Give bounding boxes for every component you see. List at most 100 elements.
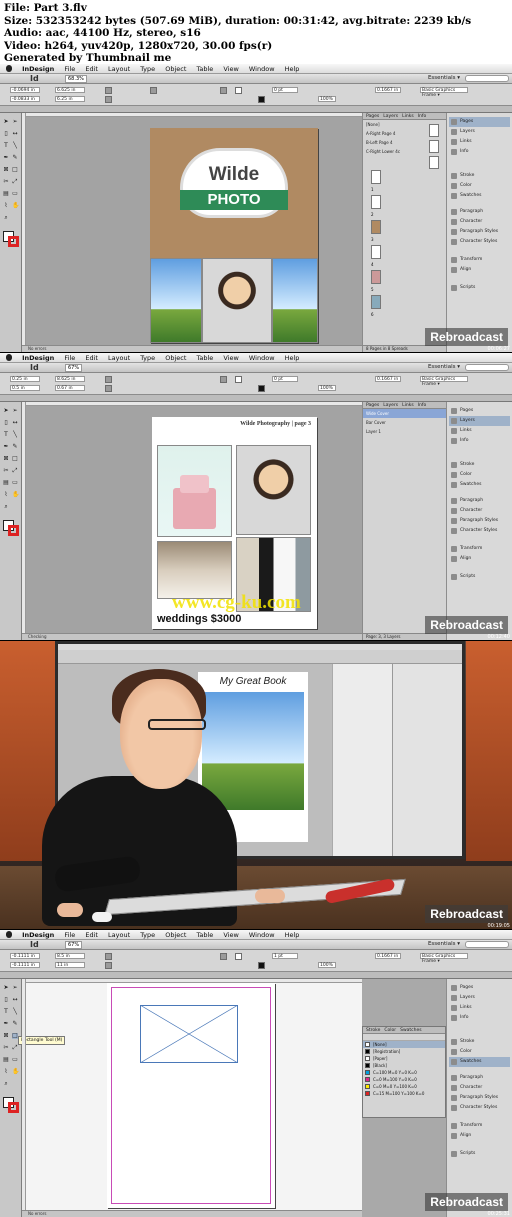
master-thumb[interactable] bbox=[429, 156, 439, 169]
swatch-row[interactable]: [None] bbox=[363, 1041, 445, 1048]
tab-links[interactable]: Links bbox=[402, 403, 414, 408]
h-field[interactable]: 11 in bbox=[55, 962, 85, 968]
pen-tool-icon[interactable]: ✒ bbox=[3, 444, 9, 450]
dock-color[interactable]: Color bbox=[449, 1047, 510, 1057]
line-tool-icon[interactable]: ╲ bbox=[12, 143, 18, 149]
rectangle-frame-tool-icon[interactable]: ⊠ bbox=[3, 1033, 9, 1039]
menu-file[interactable]: File bbox=[64, 353, 75, 363]
dock-character-styles[interactable]: Character Styles bbox=[449, 1103, 510, 1113]
workspace-switcher[interactable]: Essentials ▾ bbox=[428, 75, 460, 81]
dock-links[interactable]: Links bbox=[449, 426, 510, 436]
rectangle-frame[interactable] bbox=[140, 1005, 238, 1063]
horizontal-ruler[interactable] bbox=[22, 402, 362, 406]
y-field[interactable]: -0.0833 in bbox=[10, 96, 40, 102]
stroke-swatch[interactable] bbox=[258, 96, 265, 103]
apple-icon[interactable] bbox=[6, 931, 12, 938]
swatch-row[interactable]: C=15 M=100 Y=100 K=0 bbox=[363, 1090, 445, 1097]
pasteboard[interactable]: Wilde PHOTO bbox=[22, 113, 362, 345]
menu-window[interactable]: Window bbox=[249, 930, 275, 940]
page-tool-icon[interactable]: ▯ bbox=[3, 131, 9, 137]
horizontal-ruler[interactable] bbox=[22, 979, 362, 983]
apple-icon[interactable] bbox=[6, 354, 12, 361]
zoom-level[interactable]: 67% bbox=[65, 364, 83, 372]
dock-color[interactable]: Color bbox=[449, 470, 510, 480]
menu-object[interactable]: Object bbox=[165, 353, 186, 363]
pencil-tool-icon[interactable]: ✎ bbox=[12, 155, 18, 161]
transform-tool-icon[interactable]: ⤢ bbox=[12, 468, 18, 474]
photo-couple-portrait[interactable] bbox=[236, 445, 311, 535]
y-field[interactable]: -0.1111 in bbox=[10, 962, 40, 968]
selection-icon[interactable] bbox=[220, 953, 227, 960]
h-field[interactable]: 0.67 in bbox=[55, 385, 85, 391]
menu-help[interactable]: Help bbox=[285, 64, 300, 74]
gradient-tool-icon[interactable]: ▤ bbox=[3, 480, 9, 486]
dock-pages[interactable]: Pages bbox=[449, 983, 510, 993]
stroke-swatch[interactable] bbox=[258, 962, 265, 969]
dock-swatches[interactable]: Swatches bbox=[449, 1057, 510, 1067]
swatch-controls[interactable] bbox=[363, 1034, 445, 1041]
dock-pages[interactable]: Pages bbox=[449, 117, 510, 127]
dock-color[interactable]: Color bbox=[449, 181, 510, 191]
type-tool-icon[interactable]: T bbox=[3, 143, 9, 149]
selection-icon[interactable] bbox=[220, 376, 227, 383]
dock-transform[interactable]: Transform bbox=[449, 544, 510, 554]
eyedropper-tool-icon[interactable]: ⌇ bbox=[3, 203, 9, 209]
menu-table[interactable]: Table bbox=[196, 64, 213, 74]
menu-edit[interactable]: Edit bbox=[85, 930, 98, 940]
dock-pages[interactable]: Pages bbox=[449, 406, 510, 416]
dock-links[interactable]: Links bbox=[449, 137, 510, 147]
search-field[interactable] bbox=[465, 941, 509, 948]
dock-scripts[interactable]: Scripts bbox=[449, 283, 510, 293]
fill-swatch[interactable] bbox=[235, 376, 242, 383]
stroke-proxy[interactable] bbox=[8, 236, 19, 247]
corner-size-field[interactable]: 0.1667 in bbox=[375, 953, 401, 959]
object-style-select[interactable]: Basic Graphics Frame ▾ bbox=[420, 953, 468, 964]
photo-couple[interactable] bbox=[202, 258, 272, 343]
w-field[interactable]: 8.5 in bbox=[55, 953, 85, 959]
dock-stroke[interactable]: Stroke bbox=[449, 1037, 510, 1047]
direct-selection-tool-icon[interactable]: ➢ bbox=[12, 985, 18, 991]
dock-paragraph[interactable]: Paragraph bbox=[449, 1073, 510, 1083]
x-field[interactable]: 0.25 in bbox=[10, 376, 40, 382]
corner-size-field[interactable]: 0.1667 in bbox=[375, 87, 401, 93]
menu-app[interactable]: InDesign bbox=[22, 930, 54, 940]
menu-app[interactable]: InDesign bbox=[22, 64, 54, 74]
menu-view[interactable]: View bbox=[223, 64, 238, 74]
pasteboard[interactable]: Wilde Photography | page 3 weddings $300… bbox=[22, 402, 362, 633]
x-field[interactable]: -0.0694 in bbox=[10, 87, 40, 93]
cover-page[interactable]: Wilde PHOTO bbox=[150, 128, 318, 343]
dock-character[interactable]: Character bbox=[449, 217, 510, 227]
stroke-weight-field[interactable]: 1 pt bbox=[272, 953, 298, 959]
pen-tool-icon[interactable]: ✒ bbox=[3, 155, 9, 161]
photo-mountain-lake[interactable] bbox=[150, 258, 202, 343]
search-field[interactable] bbox=[465, 364, 509, 371]
hand-tool-icon[interactable]: ✋ bbox=[12, 203, 19, 209]
dock-character[interactable]: Character bbox=[449, 506, 510, 516]
direct-selection-tool-icon[interactable]: ➢ bbox=[12, 408, 18, 414]
object-style-select[interactable]: Basic Graphics Frame ▾ bbox=[420, 376, 468, 387]
swatch-row[interactable]: C=0 M=100 Y=0 K=0 bbox=[363, 1076, 445, 1083]
page-thumb[interactable] bbox=[371, 245, 381, 259]
swatch-row[interactable]: [Black] bbox=[363, 1062, 445, 1069]
w-field[interactable]: 8.625 in bbox=[55, 376, 85, 382]
photo-cake[interactable] bbox=[157, 445, 232, 537]
menu-help[interactable]: Help bbox=[285, 930, 300, 940]
tab-links[interactable]: Links bbox=[402, 114, 414, 119]
dock-links[interactable]: Links bbox=[449, 1003, 510, 1013]
fill-swatch[interactable] bbox=[235, 953, 242, 960]
menu-edit[interactable]: Edit bbox=[85, 64, 98, 74]
dock-align[interactable]: Align bbox=[449, 265, 510, 275]
swatch-row[interactable]: [Registration] bbox=[363, 1048, 445, 1055]
tab-swatches[interactable]: Swatches bbox=[400, 1028, 422, 1033]
menu-view[interactable]: View bbox=[223, 930, 238, 940]
fill-swatch[interactable] bbox=[235, 87, 242, 94]
zoom-tool-icon[interactable]: ⌕ bbox=[3, 504, 9, 510]
rectangle-tool-icon[interactable]: □ bbox=[12, 456, 18, 462]
stroke-proxy[interactable] bbox=[8, 1102, 19, 1113]
selection-tool-icon[interactable]: ➤ bbox=[3, 408, 9, 414]
gap-tool-icon[interactable]: ↔ bbox=[12, 997, 18, 1003]
dock-align[interactable]: Align bbox=[449, 554, 510, 564]
pen-tool-icon[interactable]: ✒ bbox=[3, 1021, 9, 1027]
shear-icon[interactable] bbox=[105, 96, 112, 103]
swatch-row[interactable]: [Paper] bbox=[363, 1055, 445, 1062]
